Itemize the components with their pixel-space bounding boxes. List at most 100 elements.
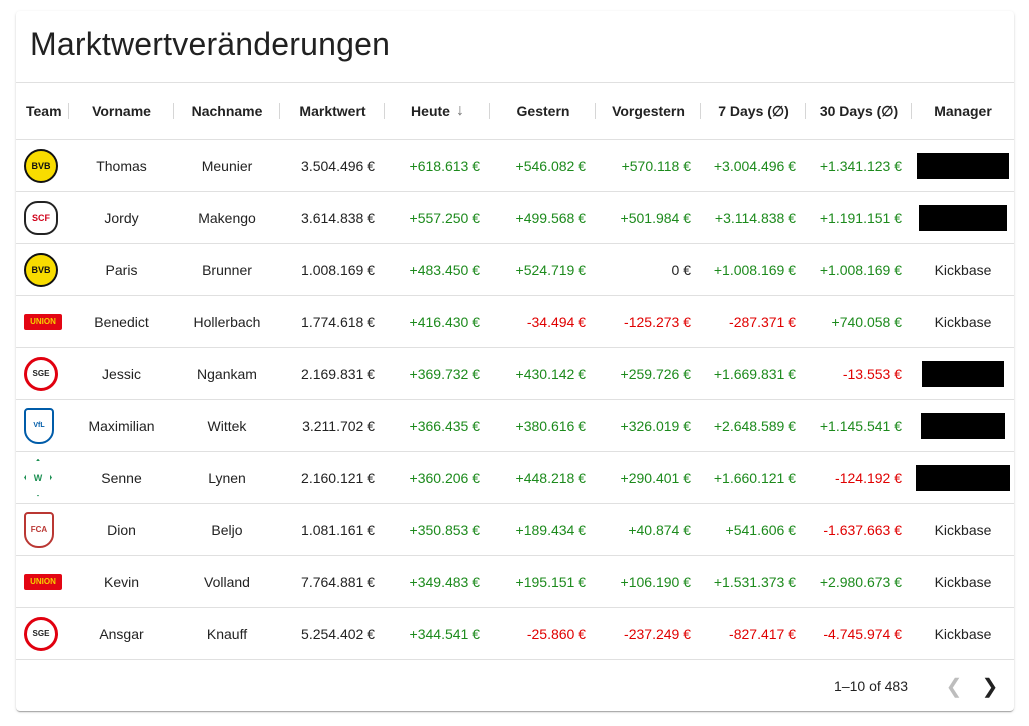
yesterday-change-cell: +380.616 € [515,417,586,434]
seven-day-change-cell: +541.606 € [725,521,796,538]
column-header-vorname[interactable]: Vorname [69,83,174,139]
day-before-change-cell: +106.190 € [620,573,691,590]
market-value-cell: 7.764.881 € [301,573,375,590]
chevron-right-icon[interactable]: ❯ [972,668,1008,704]
column-header-label: Vorname [92,103,151,119]
column-header-label: Marktwert [299,103,366,119]
last-name-cell: Beljo [211,521,243,538]
yesterday-change-cell: +499.568 € [515,209,586,226]
manager-cell [912,192,1014,243]
column-header-label: 7 Days (∅) [718,102,789,119]
today-change-cell: +350.853 € [409,521,480,538]
seven-day-change-cell: -287.371 € [729,313,796,330]
thirty-day-change-cell: -124.192 € [835,469,902,486]
first-name-cell: Maximilian [88,417,155,434]
column-header-label: Manager [934,103,992,119]
day-before-change-cell: -237.249 € [624,625,691,642]
column-header-gestern[interactable]: Gestern [490,83,596,139]
redacted-manager-block [916,464,1010,491]
last-name-cell: Meunier [201,157,253,174]
pagination-count: 1–10 of 483 [834,678,908,694]
manager-cell: Kickbase [934,625,992,642]
seven-day-change-cell: +1.660.121 € [713,469,796,486]
thirty-day-change-cell: +740.058 € [831,313,902,330]
column-header-30-days[interactable]: 30 Days (∅) [806,83,912,139]
market-value-cell: 3.211.702 € [302,417,375,434]
day-before-change-cell: +40.874 € [628,521,691,538]
column-header-label: Nachname [191,103,263,119]
thirty-day-change-cell: -4.745.974 € [823,625,902,642]
last-name-cell: Wittek [207,417,247,434]
manager-cell: Kickbase [934,521,992,538]
today-change-cell: +349.483 € [409,573,480,590]
first-name-cell: Dion [107,521,136,538]
thirty-day-change-cell: +1.341.123 € [819,157,902,174]
thirty-day-change-cell: +2.980.673 € [819,573,902,590]
team-cell: UNION [16,296,69,347]
seven-day-change-cell: +1.669.831 € [713,365,796,382]
market-value-cell: 1.774.618 € [301,313,375,330]
market-value-cell: 1.008.169 € [301,261,375,278]
market-value-cell: 3.504.496 € [301,157,375,174]
table-row[interactable]: SGE Jessic Ngankam 2.169.831 € +369.732 € +43… [16,348,1014,400]
team-cell: BVB [16,244,69,295]
last-name-cell: Lynen [208,469,246,486]
today-change-cell: +618.613 € [409,157,480,174]
column-header-vorgestern[interactable]: Vorgestern [596,83,701,139]
column-header-label: Gestern [516,103,570,119]
column-header-team[interactable]: Team [16,83,69,139]
first-name-cell: Senne [101,469,142,486]
team-cell: UNION [16,556,69,607]
table-row[interactable]: UNION Kevin Volland 7.764.881 € +349.483 € +1… [16,556,1014,608]
table-row[interactable]: UNION Benedict Hollerbach 1.774.618 € +416.4… [16,296,1014,348]
column-header-label: Heute [411,103,450,119]
column-header-nachname[interactable]: Nachname [174,83,280,139]
first-name-cell: Kevin [103,573,140,590]
column-header-manager[interactable]: Manager [912,83,1014,139]
team-cell: W [16,452,69,503]
yesterday-change-cell: -25.860 € [526,625,586,642]
arrow-down-icon[interactable]: ↓ [456,102,464,120]
table-row[interactable]: SCF Jordy Makengo 3.614.838 € +557.250 € +499… [16,192,1014,244]
last-name-cell: Brunner [202,261,252,278]
seven-day-change-cell: +2.648.589 € [713,417,796,434]
column-header-7-days[interactable]: 7 Days (∅) [701,83,806,139]
union-berlin-crest-icon: UNION [24,313,62,330]
column-header-marktwert[interactable]: Marktwert [280,83,385,139]
redacted-manager-block [917,152,1009,179]
table-row[interactable]: W Senne Lynen 2.160.121 € +360.206 € +448.218… [16,452,1014,504]
first-name-cell: Jordy [104,209,139,226]
table-row[interactable]: VfL Maximilian Wittek 3.211.702 € +366.435 €… [16,400,1014,452]
market-value-table: Team Vorname Nachname Marktwert Heute ↓ G… [16,82,1014,660]
column-header-label: Vorgestern [612,103,685,119]
pagination: 1–10 of 483 ❮ ❯ [16,661,1014,711]
chevron-left-icon[interactable]: ❮ [936,668,972,704]
redacted-manager-block [921,412,1005,439]
day-before-change-cell: +290.401 € [620,469,691,486]
yesterday-change-cell: +448.218 € [515,469,586,486]
manager-cell [912,140,1014,191]
frankfurt-crest-icon: SGE [24,616,58,651]
yesterday-change-cell: -34.494 € [526,313,586,330]
table-row[interactable]: SGE Ansgar Knauff 5.254.402 € +344.541 € -25.… [16,608,1014,660]
today-change-cell: +557.250 € [409,209,480,226]
yesterday-change-cell: +524.719 € [515,261,586,278]
today-change-cell: +483.450 € [409,261,480,278]
column-header-heute[interactable]: Heute ↓ [385,83,490,139]
yesterday-change-cell: +430.142 € [515,365,586,382]
bvb-crest-icon: BVB [24,252,58,287]
market-value-cell: 2.169.831 € [301,365,375,382]
table-row[interactable]: BVB Paris Brunner 1.008.169 € +483.450 € +524… [16,244,1014,296]
column-header-label: Team [26,103,62,119]
bvb-crest-icon: BVB [24,148,58,183]
redacted-manager-block [919,204,1007,231]
day-before-change-cell: -125.273 € [624,313,691,330]
market-value-cell: 5.254.402 € [301,625,375,642]
day-before-change-cell: +501.984 € [620,209,691,226]
first-name-cell: Benedict [94,313,149,330]
today-change-cell: +416.430 € [409,313,480,330]
table-row[interactable]: BVB Thomas Meunier 3.504.496 € +618.613 € +54… [16,140,1014,192]
werder-crest-icon: W [24,458,52,497]
table-header: Team Vorname Nachname Marktwert Heute ↓ G… [16,83,1014,140]
table-row[interactable]: FCA Dion Beljo 1.081.161 € +350.853 € +189.43… [16,504,1014,556]
